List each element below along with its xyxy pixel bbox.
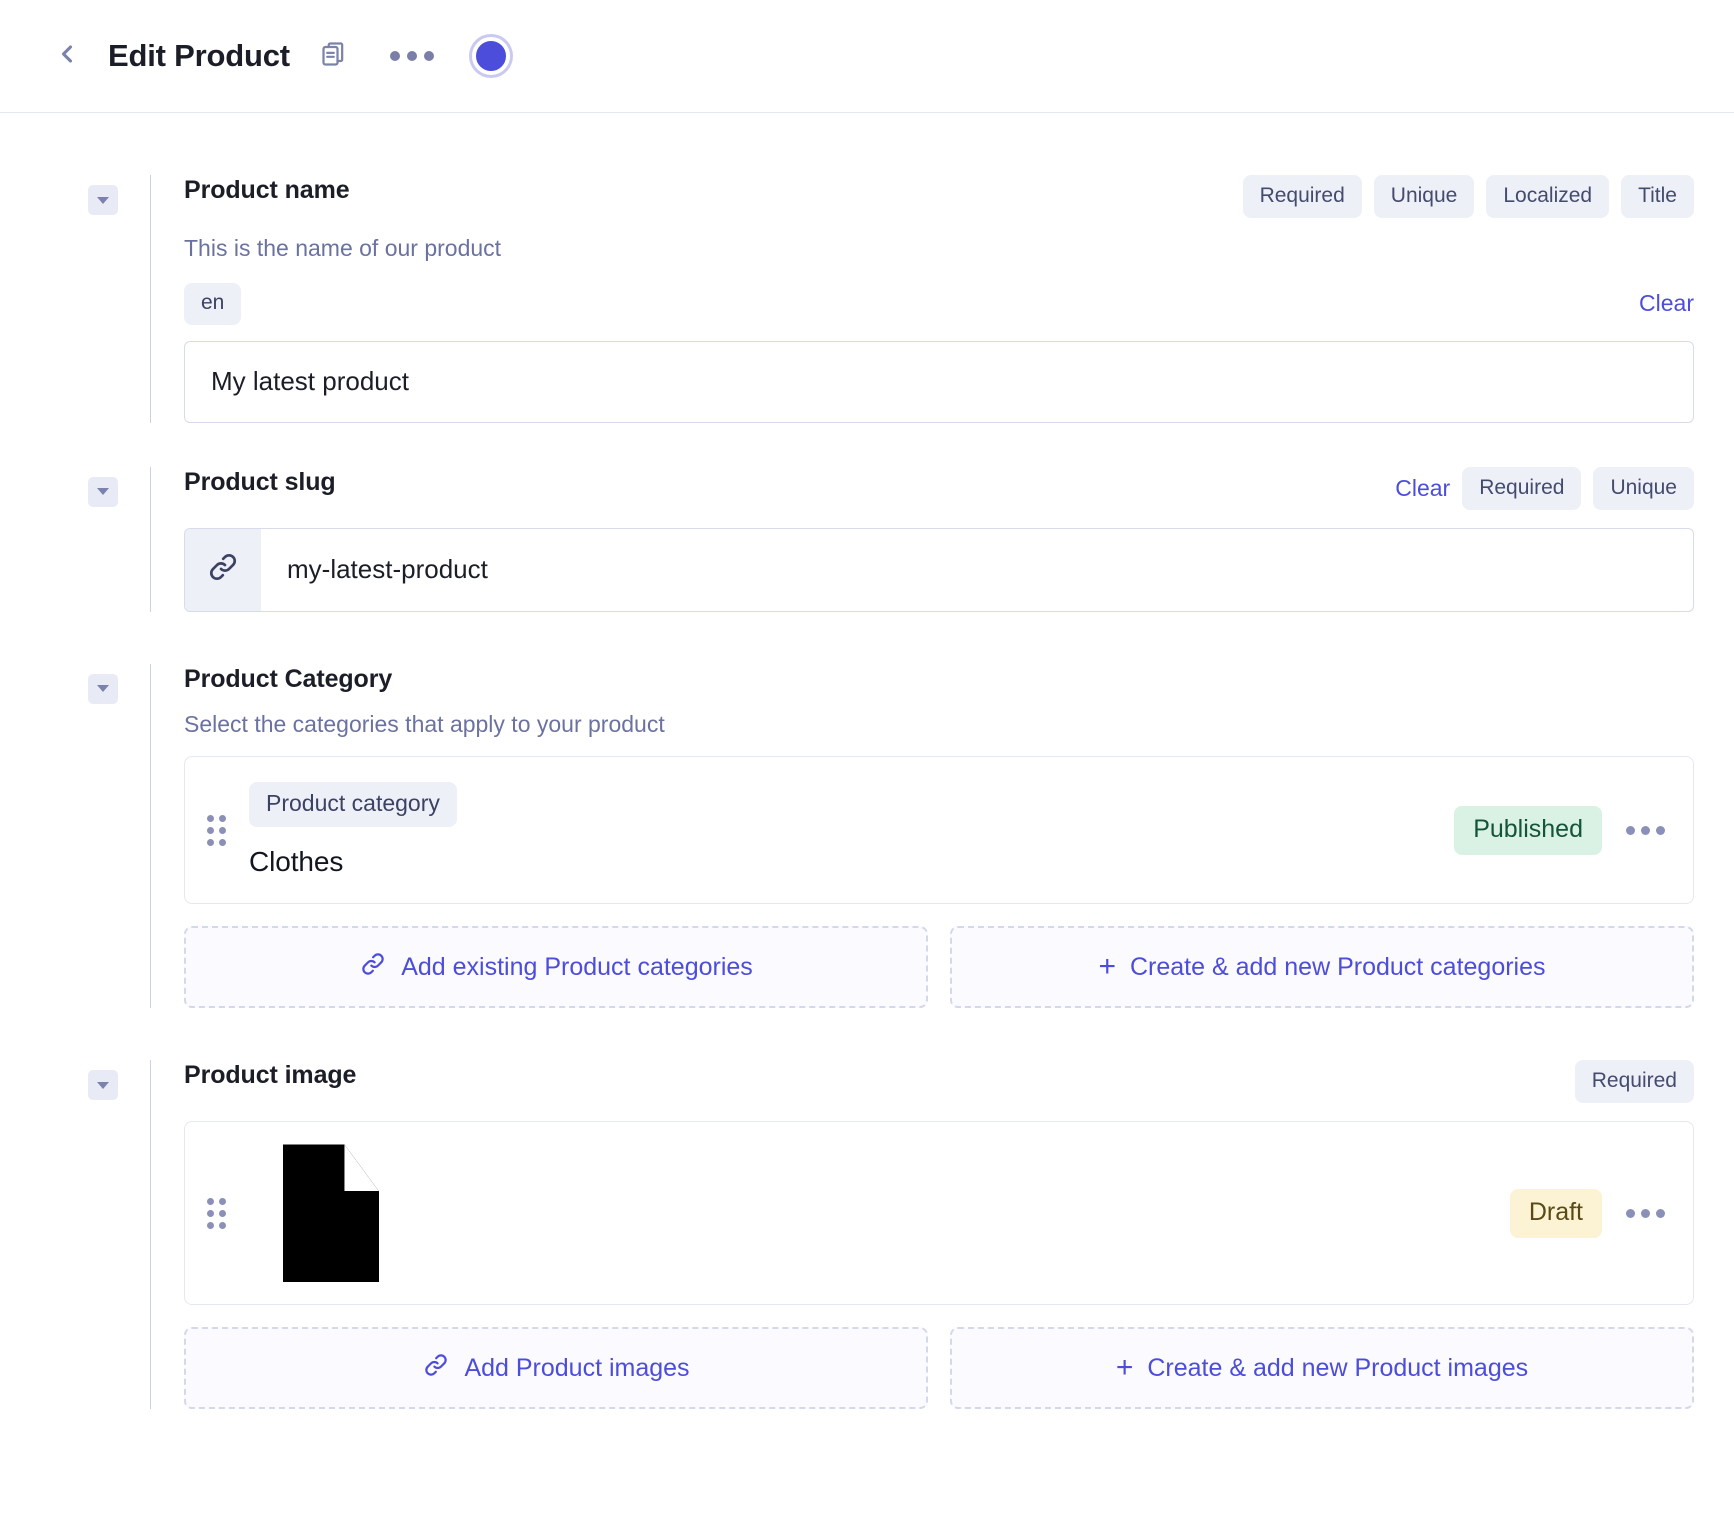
add-existing-label: Add Product images: [464, 1354, 689, 1383]
badge-title: Title: [1621, 175, 1694, 218]
category-title: Clothes: [249, 846, 1454, 878]
chevron-left-icon: [53, 40, 81, 73]
image-row-more-button[interactable]: [1624, 1203, 1667, 1224]
collapse-toggle-product-slug[interactable]: [88, 477, 118, 507]
duplicate-button[interactable]: [320, 40, 348, 73]
collapse-toggle-product-image[interactable]: [88, 1070, 118, 1100]
image-list-item[interactable]: Draft: [184, 1121, 1694, 1305]
category-list-item[interactable]: Product category Clothes Published: [184, 756, 1694, 904]
record-circle-indicator[interactable]: [472, 37, 510, 75]
copy-documents-icon: [320, 40, 348, 73]
collapse-toggle-product-category[interactable]: [88, 674, 118, 704]
category-row-more-button[interactable]: [1624, 820, 1667, 841]
create-new-label: Create & add new Product categories: [1130, 953, 1546, 982]
product-name-description: This is the name of our product: [184, 235, 1694, 263]
badge-unique: Unique: [1593, 467, 1694, 510]
link-icon: [359, 950, 387, 985]
create-add-new-product-images-button[interactable]: + Create & add new Product images: [950, 1327, 1694, 1409]
clear-product-slug-link[interactable]: Clear: [1395, 476, 1450, 501]
spacer: [0, 1008, 1734, 1060]
add-product-images-button[interactable]: Add Product images: [184, 1327, 928, 1409]
product-image-label: Product image: [184, 1060, 356, 1090]
badge-required: Required: [1575, 1060, 1694, 1103]
form-body: Product name Required Unique Localized T…: [0, 113, 1734, 1409]
link-icon: [206, 550, 240, 589]
file-document-icon: [283, 1144, 379, 1282]
product-slug-input[interactable]: my-latest-product: [261, 529, 1693, 611]
status-badge-draft: Draft: [1510, 1189, 1602, 1238]
product-slug-input-wrap: my-latest-product: [184, 528, 1694, 612]
product-name-input[interactable]: My latest product: [184, 341, 1694, 423]
badge-unique: Unique: [1374, 175, 1475, 218]
product-slug-label: Product slug: [184, 467, 336, 497]
product-slug-badges: Clear Required Unique: [1395, 467, 1694, 510]
status-badge-published: Published: [1454, 806, 1602, 855]
header-more-button[interactable]: [386, 43, 438, 69]
spacer: [0, 612, 1734, 664]
spacer: [0, 423, 1734, 467]
create-add-new-product-categories-button[interactable]: + Create & add new Product categories: [950, 926, 1694, 1008]
product-category-label: Product Category: [184, 664, 392, 694]
ellipsis-icon: [1626, 826, 1635, 835]
slug-link-button[interactable]: [185, 529, 261, 611]
caret-down-icon: [97, 197, 109, 204]
image-actions: Add Product images + Create & add new Pr…: [184, 1327, 1694, 1409]
category-type-chip: Product category: [249, 782, 457, 827]
field-product-category: Product Category Select the categories t…: [0, 664, 1734, 1009]
field-product-slug: Product slug Clear Required Unique: [0, 467, 1734, 612]
plus-icon: +: [1116, 1353, 1134, 1383]
back-button[interactable]: [44, 33, 90, 79]
ellipsis-icon: [1626, 1209, 1635, 1218]
add-existing-label: Add existing Product categories: [401, 953, 753, 982]
clear-product-name-link[interactable]: Clear: [1639, 291, 1694, 316]
badge-localized: Localized: [1486, 175, 1609, 218]
product-name-badges: Required Unique Localized Title: [1243, 175, 1694, 218]
badge-required: Required: [1243, 175, 1362, 218]
locale-chip-en[interactable]: en: [184, 283, 241, 325]
add-existing-product-categories-button[interactable]: Add existing Product categories: [184, 926, 928, 1008]
page-header: Edit Product: [0, 0, 1734, 113]
field-product-image: Product image Required Draft: [0, 1060, 1734, 1409]
product-image-badges: Required: [1575, 1060, 1694, 1103]
collapse-toggle-product-name[interactable]: [88, 185, 118, 215]
ellipsis-icon: [390, 51, 400, 61]
caret-down-icon: [97, 1082, 109, 1089]
category-actions: Add existing Product categories + Create…: [184, 926, 1694, 1008]
product-name-label: Product name: [184, 175, 350, 205]
field-product-name: Product name Required Unique Localized T…: [0, 175, 1734, 423]
link-icon: [422, 1351, 450, 1386]
caret-down-icon: [97, 488, 109, 495]
page-title: Edit Product: [108, 38, 290, 74]
caret-down-icon: [97, 685, 109, 692]
drag-handle-icon[interactable]: [207, 815, 229, 846]
create-new-label: Create & add new Product images: [1147, 1354, 1528, 1383]
plus-icon: +: [1098, 952, 1116, 982]
drag-handle-icon[interactable]: [207, 1198, 229, 1229]
badge-required: Required: [1462, 467, 1581, 510]
product-category-description: Select the categories that apply to your…: [184, 711, 1694, 739]
